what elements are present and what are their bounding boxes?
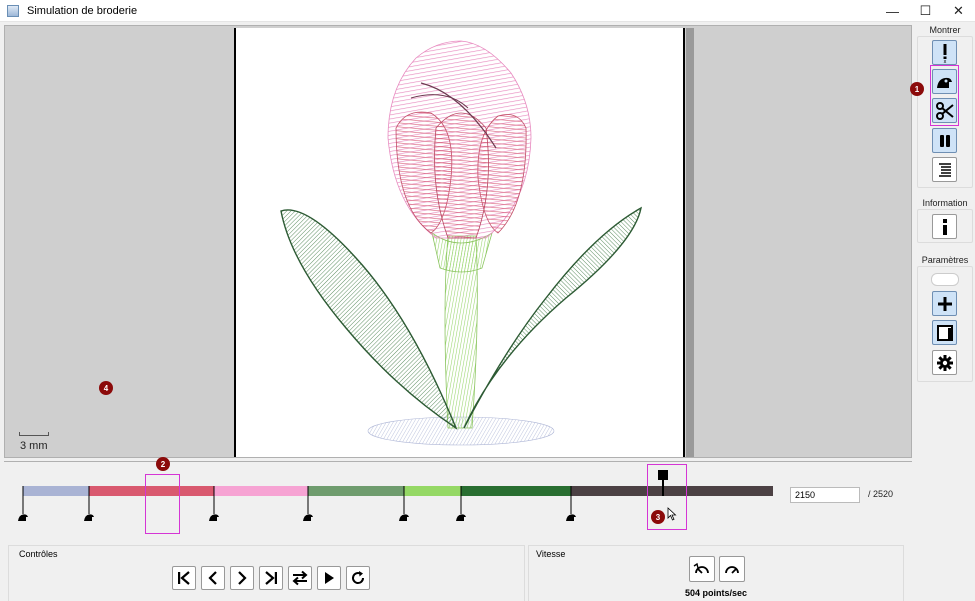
- information-group-title: Information: [922, 198, 968, 208]
- go-to-end-button[interactable]: [259, 566, 283, 590]
- info-icon: [942, 218, 947, 235]
- restart-button[interactable]: [346, 566, 370, 590]
- exclamation-icon: x: [943, 43, 946, 63]
- app-icon: [7, 4, 19, 17]
- presser-foot-icon: [303, 514, 313, 521]
- zoom-in-button[interactable]: [932, 291, 957, 316]
- show-stitch-list-button[interactable]: [932, 157, 957, 182]
- maximize-button[interactable]: ☐: [909, 0, 942, 22]
- presser-foot-icon: [456, 514, 466, 521]
- pause-icon: [939, 134, 950, 147]
- controls-panel: Contrôles: [8, 545, 525, 601]
- scale-bar: [19, 432, 49, 436]
- skip-to-end-icon: [265, 571, 277, 585]
- embroidery-canvas[interactable]: 3 mm 4: [4, 25, 912, 458]
- svg-text:x: x: [943, 59, 946, 63]
- play-button[interactable]: [317, 566, 341, 590]
- minimize-button[interactable]: —: [876, 0, 909, 22]
- title-bar: Simulation de broderie — ☐ ✕: [0, 0, 975, 22]
- window-title: Simulation de broderie: [27, 4, 138, 17]
- speed-increase-icon: [725, 566, 739, 574]
- presser-foot-icon: [566, 514, 576, 521]
- step-back-button[interactable]: [201, 566, 225, 590]
- show-jumps-button[interactable]: x: [932, 40, 957, 65]
- speed-decrease-icon: [693, 562, 709, 574]
- presser-foot-icon: [84, 514, 94, 521]
- marker-3: 3: [651, 510, 665, 524]
- step-forward-button[interactable]: [230, 566, 254, 590]
- swap-arrows-icon: [292, 570, 308, 586]
- speed-up-button[interactable]: [719, 556, 745, 582]
- slow-down-button[interactable]: [689, 556, 715, 582]
- page-shadow: [686, 28, 694, 457]
- marker-4: 4: [99, 381, 113, 395]
- scale-label: 3 mm: [20, 440, 48, 452]
- highlight-box-2: [145, 474, 180, 534]
- tulip-embroidery-image: [280, 40, 642, 446]
- close-button[interactable]: ✕: [942, 0, 975, 22]
- highlight-box-1: [930, 65, 959, 126]
- show-stops-button[interactable]: [932, 128, 957, 153]
- current-stitch-input[interactable]: 2150: [790, 487, 860, 503]
- show-background-button[interactable]: [932, 320, 957, 345]
- gear-icon: [936, 354, 953, 371]
- controls-title: Contrôles: [19, 549, 58, 559]
- parameters-group-title: Paramètres: [921, 255, 969, 265]
- play-icon: [325, 572, 334, 584]
- color-swatch[interactable]: [931, 273, 959, 286]
- speed-title: Vitesse: [536, 549, 566, 559]
- chevron-right-icon: [238, 571, 247, 585]
- go-to-start-button[interactable]: [172, 566, 196, 590]
- list-lines-icon: [938, 162, 951, 177]
- presser-foot-icon: [209, 514, 219, 521]
- show-group-title: Montrer: [929, 25, 961, 35]
- settings-button[interactable]: [932, 350, 957, 375]
- speed-panel: Vitesse 504 points/sec: [528, 545, 904, 601]
- plus-icon: [937, 296, 952, 311]
- frame-icon: [936, 324, 953, 341]
- marker-2: 2: [156, 457, 170, 471]
- presser-foot-icon: [18, 514, 28, 521]
- refresh-icon: [352, 571, 365, 584]
- presser-foot-icon: [399, 514, 409, 521]
- total-stitches-label: / 2520: [868, 489, 894, 499]
- skip-to-start-icon: [178, 571, 190, 585]
- bottom-panel: 2 3 2150 / 2520 Contrôles Vitesse 504 po…: [4, 457, 912, 601]
- speed-rate-label: 504 points/sec: [684, 588, 748, 598]
- chevron-left-icon: [208, 571, 217, 585]
- info-button[interactable]: [932, 214, 957, 239]
- swap-direction-button[interactable]: [288, 566, 312, 590]
- marker-1: 1: [910, 82, 924, 96]
- right-sidebar: Montrer x 1 Information Paramètres: [910, 24, 973, 384]
- embroidery-page: [234, 28, 685, 457]
